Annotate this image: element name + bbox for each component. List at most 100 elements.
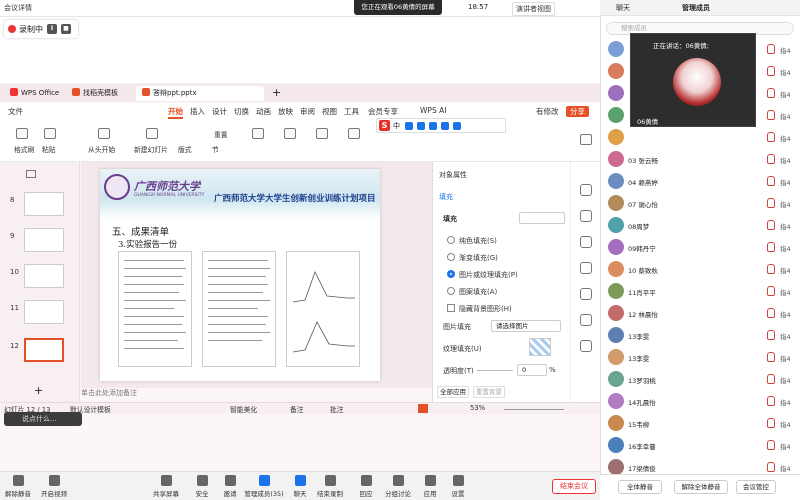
settings-icon[interactable] bbox=[580, 184, 592, 196]
radio-gradient[interactable] bbox=[447, 253, 455, 261]
mute-all-button[interactable]: 全体静音 bbox=[618, 480, 662, 494]
participant-row[interactable]: 10 蔡致秋 指4 bbox=[600, 258, 800, 280]
mic-muted-icon[interactable] bbox=[767, 44, 775, 54]
mic-muted-icon[interactable] bbox=[767, 396, 775, 406]
shape-icon[interactable] bbox=[580, 236, 592, 248]
sogou-icon[interactable]: S bbox=[379, 120, 390, 131]
mic-muted-icon[interactable] bbox=[767, 242, 775, 252]
participant-action[interactable]: 指4 bbox=[780, 397, 791, 407]
play-slideshow-icon[interactable] bbox=[418, 404, 428, 413]
design-icon[interactable] bbox=[580, 210, 592, 222]
participant-row[interactable]: 07 谢心怡 指4 bbox=[600, 192, 800, 214]
menu-design[interactable]: 设计 bbox=[212, 106, 227, 117]
texture-picker[interactable] bbox=[529, 338, 551, 356]
reactions-button[interactable]: 回应 bbox=[348, 475, 384, 498]
stop-recording-button[interactable]: 结束录制 bbox=[312, 475, 348, 498]
zoom-slider[interactable] bbox=[504, 409, 564, 410]
mic-muted-icon[interactable] bbox=[767, 286, 775, 296]
menu-home[interactable]: 开始 bbox=[168, 106, 183, 119]
menu-member[interactable]: 会员专享 bbox=[368, 106, 398, 117]
participant-row[interactable]: 03 张云畅 指4 bbox=[600, 148, 800, 170]
meeting-info-button[interactable]: 会议详情 bbox=[4, 3, 32, 13]
mic-muted-icon[interactable] bbox=[767, 440, 775, 450]
hide-bg-checkbox[interactable] bbox=[447, 304, 455, 312]
menu-transition[interactable]: 切换 bbox=[234, 106, 249, 117]
tab-chat[interactable]: 聊天 bbox=[616, 3, 630, 13]
slide-thumb-9[interactable] bbox=[24, 228, 64, 252]
ime-keyboard-icon[interactable] bbox=[417, 121, 425, 130]
mic-muted-icon[interactable] bbox=[767, 88, 775, 98]
menu-slideshow[interactable]: 放映 bbox=[278, 106, 293, 117]
mic-muted-icon[interactable] bbox=[767, 264, 775, 274]
participant-action[interactable]: 指4 bbox=[780, 265, 791, 275]
participant-action[interactable]: 指4 bbox=[780, 419, 791, 429]
participant-action[interactable]: 指4 bbox=[780, 353, 791, 363]
tab-templates[interactable]: 找稻壳模板 bbox=[66, 86, 124, 101]
menu-view[interactable]: 视图 bbox=[322, 106, 337, 117]
mic-muted-icon[interactable] bbox=[767, 330, 775, 340]
transparency-slider[interactable] bbox=[477, 370, 513, 371]
play-icon[interactable] bbox=[98, 128, 110, 139]
share-screen-button[interactable]: 共享屏幕 bbox=[148, 475, 184, 498]
radio-solid[interactable] bbox=[447, 236, 455, 244]
participant-action[interactable]: 指4 bbox=[780, 463, 791, 473]
participant-row[interactable]: 11肖平平 指4 bbox=[600, 280, 800, 302]
participant-row[interactable]: 09韩丹宁 指4 bbox=[600, 236, 800, 258]
participant-action[interactable]: 指4 bbox=[780, 67, 791, 77]
notes-button[interactable]: 备注 bbox=[290, 404, 304, 414]
font-icon[interactable] bbox=[252, 128, 264, 139]
slide-thumb-11[interactable] bbox=[24, 300, 64, 324]
mic-muted-icon[interactable] bbox=[767, 132, 775, 142]
mic-muted-icon[interactable] bbox=[767, 154, 775, 164]
mic-muted-icon[interactable] bbox=[767, 462, 775, 472]
stop-icon[interactable]: ■ bbox=[61, 24, 71, 34]
menu-wps-ai[interactable]: WPS AI bbox=[420, 106, 446, 115]
align-icon[interactable] bbox=[316, 128, 328, 139]
new-slide-icon[interactable] bbox=[146, 128, 158, 139]
participant-row[interactable]: 13罗羽桃 指4 bbox=[600, 368, 800, 390]
reset-label[interactable]: 重置 bbox=[214, 129, 228, 139]
mic-muted-icon[interactable] bbox=[767, 374, 775, 384]
presenter-view-button[interactable]: 演讲者视图 bbox=[512, 2, 555, 16]
ribbon-scroll-icon[interactable] bbox=[580, 134, 592, 145]
format-painter-icon[interactable] bbox=[16, 128, 28, 139]
breakout-button[interactable]: 分组讨论 bbox=[380, 475, 416, 498]
thumbnail-view-icon[interactable] bbox=[26, 170, 36, 178]
tab-fill[interactable]: 填充 bbox=[439, 192, 453, 202]
end-meeting-button[interactable]: 结束会议 bbox=[552, 479, 596, 494]
section-label[interactable]: 节 bbox=[212, 144, 219, 154]
menu-tools[interactable]: 工具 bbox=[344, 106, 359, 117]
mic-muted-icon[interactable] bbox=[767, 176, 775, 186]
invite-button[interactable]: 邀请 bbox=[212, 475, 248, 498]
slide-thumb-8[interactable] bbox=[24, 192, 64, 216]
participant-action[interactable]: 指4 bbox=[780, 133, 791, 143]
video-button[interactable]: 开启视频 bbox=[36, 475, 72, 498]
ime-skin-icon[interactable] bbox=[429, 121, 437, 130]
notes-placeholder[interactable]: 单击此处添加备注 bbox=[81, 388, 432, 402]
animation-icon[interactable] bbox=[580, 262, 592, 274]
unmute-all-button[interactable]: 解除全体静音 bbox=[674, 480, 728, 494]
meeting-control-button[interactable]: 会议管控 bbox=[736, 480, 776, 494]
pause-icon[interactable]: Ⅱ bbox=[47, 24, 57, 34]
mute-button[interactable]: 解除静音 bbox=[0, 475, 36, 498]
participant-row[interactable]: 12 林晨怡 指4 bbox=[600, 302, 800, 324]
mic-muted-icon[interactable] bbox=[767, 352, 775, 362]
participant-action[interactable]: 指4 bbox=[780, 243, 791, 253]
ime-voice-icon[interactable] bbox=[405, 121, 413, 130]
radio-picture[interactable] bbox=[447, 270, 455, 278]
smart-beautify-button[interactable]: 智能美化 bbox=[230, 404, 257, 414]
menu-review[interactable]: 审阅 bbox=[300, 106, 315, 117]
share-button[interactable]: 分享 bbox=[566, 106, 589, 117]
mic-muted-icon[interactable] bbox=[767, 220, 775, 230]
image-icon[interactable] bbox=[580, 288, 592, 300]
add-slide-icon[interactable]: + bbox=[34, 384, 43, 397]
slide-thumb-10[interactable] bbox=[24, 264, 64, 288]
participant-row[interactable]: 13李雯 指4 bbox=[600, 346, 800, 368]
ime-tools-icon[interactable] bbox=[441, 121, 449, 130]
chat-input-hint[interactable]: 说点什么... bbox=[4, 412, 82, 426]
mic-muted-icon[interactable] bbox=[767, 418, 775, 428]
radio-pattern[interactable] bbox=[447, 287, 455, 295]
select-picture-dropdown[interactable]: 请选择图片 bbox=[491, 320, 561, 332]
reset-bg-button[interactable]: 重置背景 bbox=[473, 386, 505, 398]
participant-action[interactable]: 指4 bbox=[780, 45, 791, 55]
